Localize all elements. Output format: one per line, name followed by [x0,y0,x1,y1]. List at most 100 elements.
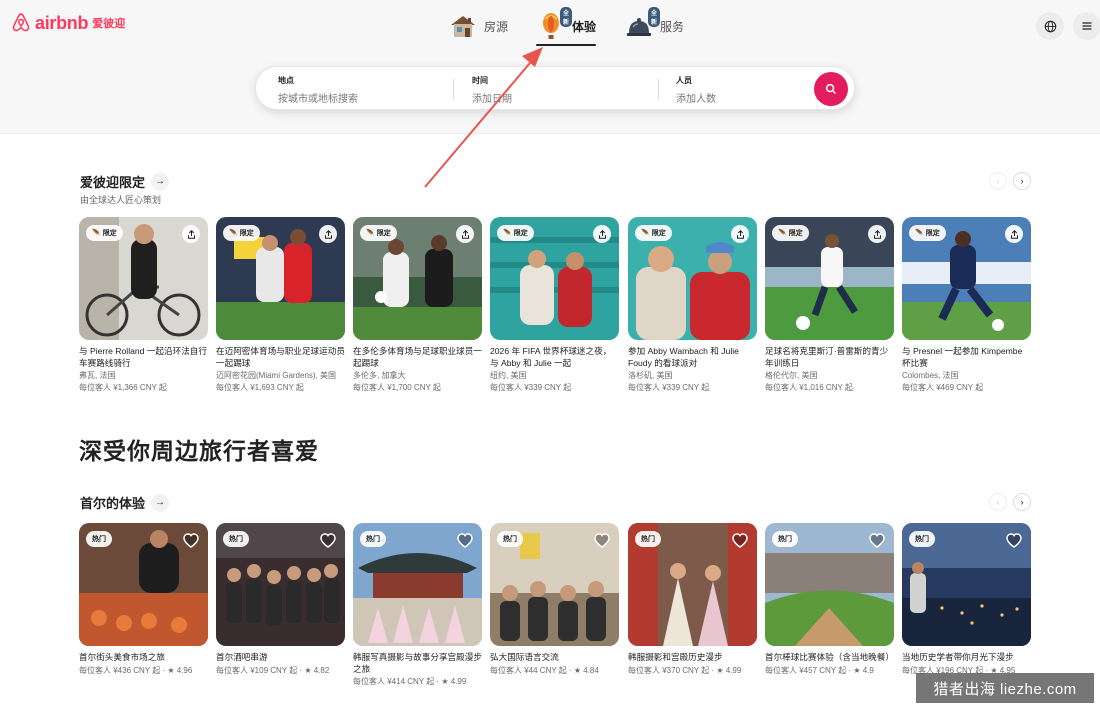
card-photo-cyclist[interactable]: 🪶 限定 [79,217,208,340]
search-where-field[interactable]: 地点 按城市或地标搜索 [278,75,358,105]
experience-card[interactable]: 热门 弘大国际语言交流 每位客人 ¥44 CNY 起 · ★ 4.84 [490,523,619,676]
card-price-rating: 每位客人 ¥370 CNY 起 · ★ 4.99 [628,665,742,675]
card-photo-soccer-miami[interactable]: 🪶 限定 [216,217,345,340]
badge-text: 热门 [641,536,655,543]
experience-card[interactable]: 🪶 限定 与 Presnel 一起参加 Kimpembe 杯比赛 Colombes… [902,217,1031,393]
card-photo-youth-training[interactable]: 🪶 限定 [765,217,894,340]
leaf-icon: 🪶 [92,230,101,237]
card-title: 当地历史学者带你月光下漫步 [902,652,1014,662]
nav-experiences[interactable]: 全新 体验 [536,7,597,46]
search-date-field[interactable]: 时间 添加日期 [472,75,512,105]
experience-card[interactable]: 🪶 限定 参加 Abby Wambach 和 Julie Foudy 的看球派对 … [628,217,757,393]
card-price-rating: 每位客人 ¥109 CNY 起 · ★ 4.82 [216,665,330,675]
main-nav: 房源 全新 体验 全新 服务 [448,7,684,46]
card-photo-hanbok-history[interactable]: 热门 [628,523,757,646]
card-price-rating: 每位客人 ¥436 CNY 起 · ★ 4.96 [79,665,193,675]
chevron-right-icon[interactable]: › [1013,172,1031,190]
limited-badge: 🪶 限定 [360,225,397,241]
search-guests-field[interactable]: 人员 添加人数 [676,75,716,105]
card-title: 韩服写真摄影与故事分享宫殿漫步之旅 [353,652,482,674]
experience-card[interactable]: 🪶 限定 与 Pierre Rolland 一起沿环法自行车赛路线骑行 弗瓦, 法… [79,217,208,393]
badge-text: 热门 [92,536,106,543]
card-title: 2026 年 FIFA 世界杯球迷之夜，与 Abby 和 Julie 一起 [490,346,612,368]
share-button[interactable] [868,225,886,243]
favorite-button[interactable] [1004,530,1024,550]
card-title: 首尔酒吧串游 [216,652,268,662]
card-title: 在多伦多体育场与足球职业球员一起踢球 [353,346,482,368]
badge-text: 热门 [503,536,517,543]
experience-card[interactable]: 🪶 限定 足球名将克里斯汀·普雷斯的青少年训练日 格伦代尔, 美国 每位客人 ¥1… [765,217,894,393]
heart-icon [869,532,885,548]
experience-card[interactable]: 热门 首尔棒球比赛体验（含当地晚餐） 每位客人 ¥457 CNY 起 · ★ 4… [765,523,894,676]
share-icon [873,229,881,239]
experience-card[interactable]: 热门 韩服摄影和宫殿历史漫步 每位客人 ¥370 CNY 起 · ★ 4.99 [628,523,757,676]
section-title-airbnb-originals[interactable]: 爱彼迎限定 → [80,172,170,191]
where-placeholder: 按城市或地标搜索 [278,94,358,105]
card-price: 每位客人 ¥469 CNY 起 [902,383,984,392]
share-button[interactable] [319,225,337,243]
nav-listings[interactable]: 房源 [448,8,508,44]
logo-text: airbnb [35,12,89,33]
card-photo-bar-crawl[interactable]: 热门 [216,523,345,646]
favorite-button[interactable] [455,530,475,550]
card-photo-hanbok-palace[interactable]: 热门 [353,523,482,646]
card-title: 与 Pierre Rolland 一起沿环法自行车赛路线骑行 [79,346,207,368]
share-button[interactable] [731,225,749,243]
card-photo-kimpembe-cup[interactable]: 🪶 限定 [902,217,1031,340]
share-button[interactable] [593,225,611,243]
experience-card[interactable]: 🪶 限定 在迈阿密体育场与职业足球运动员一起踢球 迈阿密花园(Miami Gard… [216,217,345,393]
airbnb-logo[interactable]: airbnb 爱彼迎 [10,12,125,34]
card-photo-street-food[interactable]: 热门 [79,523,208,646]
limited-badge: 🪶 限定 [635,225,672,241]
globe-icon [1044,20,1056,32]
experience-card[interactable]: 热门 首尔街头美食市场之旅 每位客人 ¥436 CNY 起 · ★ 4.96 [79,523,208,676]
badge-text: 限定 [513,230,528,237]
experience-card[interactable]: 热门 韩服写真摄影与故事分享宫殿漫步之旅 每位客人 ¥414 CNY 起 · ★… [353,523,482,687]
card-title: 首尔街头美食市场之旅 [79,652,165,662]
chevron-left-icon[interactable]: ‹ [989,493,1007,511]
popular-badge: 热门 [635,531,661,547]
share-button[interactable] [1005,225,1023,243]
card-photo-stadium-fans[interactable]: 🪶 限定 [490,217,619,340]
who-label: 人员 [676,76,692,85]
when-placeholder: 添加日期 [472,94,512,105]
card-photo-soccer-toronto[interactable]: 🪶 限定 [353,217,482,340]
watermark: 猎者出海 liezhe.com [916,673,1094,703]
card-photo-watch-party[interactable]: 🪶 限定 [628,217,757,340]
badge-text: 限定 [788,230,803,237]
section-title-seoul[interactable]: 首尔的体验 → [80,493,170,512]
nav-services[interactable]: 全新 服务 [624,7,684,44]
card-location: 多伦多, 加拿大 [353,371,406,380]
share-button[interactable] [456,225,474,243]
favorite-button[interactable] [318,530,338,550]
card-price: 每位客人 ¥339 CNY 起 [490,383,572,392]
chevron-left-icon[interactable]: ‹ [989,172,1007,190]
section-subtitle: 由全球达人匠心策划 [80,195,162,205]
favorite-button[interactable] [181,530,201,550]
card-title: 首尔棒球比赛体验（含当地晚餐） [765,652,894,662]
language-button[interactable] [1036,12,1064,40]
experience-card[interactable]: 热门 当地历史学者带你月光下漫步 每位客人 ¥196 CNY 起 · ★ 4.9… [902,523,1031,676]
carousel-pager: ‹ › [989,493,1031,511]
share-button[interactable] [182,225,200,243]
menu-button[interactable] [1073,12,1100,40]
chevron-right-icon[interactable]: › [1013,493,1031,511]
favorite-button[interactable] [867,530,887,550]
search-button[interactable] [814,72,848,106]
experience-card[interactable]: 🪶 限定 在多伦多体育场与足球职业球员一起踢球 多伦多, 加拿大 每位客人 ¥1,… [353,217,482,393]
badge-text: 限定 [651,230,666,237]
search-bar: 地点 按城市或地标搜索 时间 添加日期 人员 添加人数 [255,66,855,110]
limited-badge: 🪶 限定 [497,225,534,241]
experience-card[interactable]: 热门 首尔酒吧串游 每位客人 ¥109 CNY 起 · ★ 4.82 [216,523,345,676]
card-photo-language-exchange[interactable]: 热门 [490,523,619,646]
card-photo-baseball[interactable]: 热门 [765,523,894,646]
favorite-button[interactable] [730,530,750,550]
logo-cn-text: 爱彼迎 [92,18,126,30]
house-icon [448,11,478,41]
search-icon [825,83,837,95]
experience-card[interactable]: 🪶 限定 2026 年 FIFA 世界杯球迷之夜，与 Abby 和 Julie 一… [490,217,619,393]
favorite-button[interactable] [592,530,612,550]
share-icon [598,229,606,239]
who-placeholder: 添加人数 [676,94,716,105]
card-photo-moonlight-walk[interactable]: 热门 [902,523,1031,646]
